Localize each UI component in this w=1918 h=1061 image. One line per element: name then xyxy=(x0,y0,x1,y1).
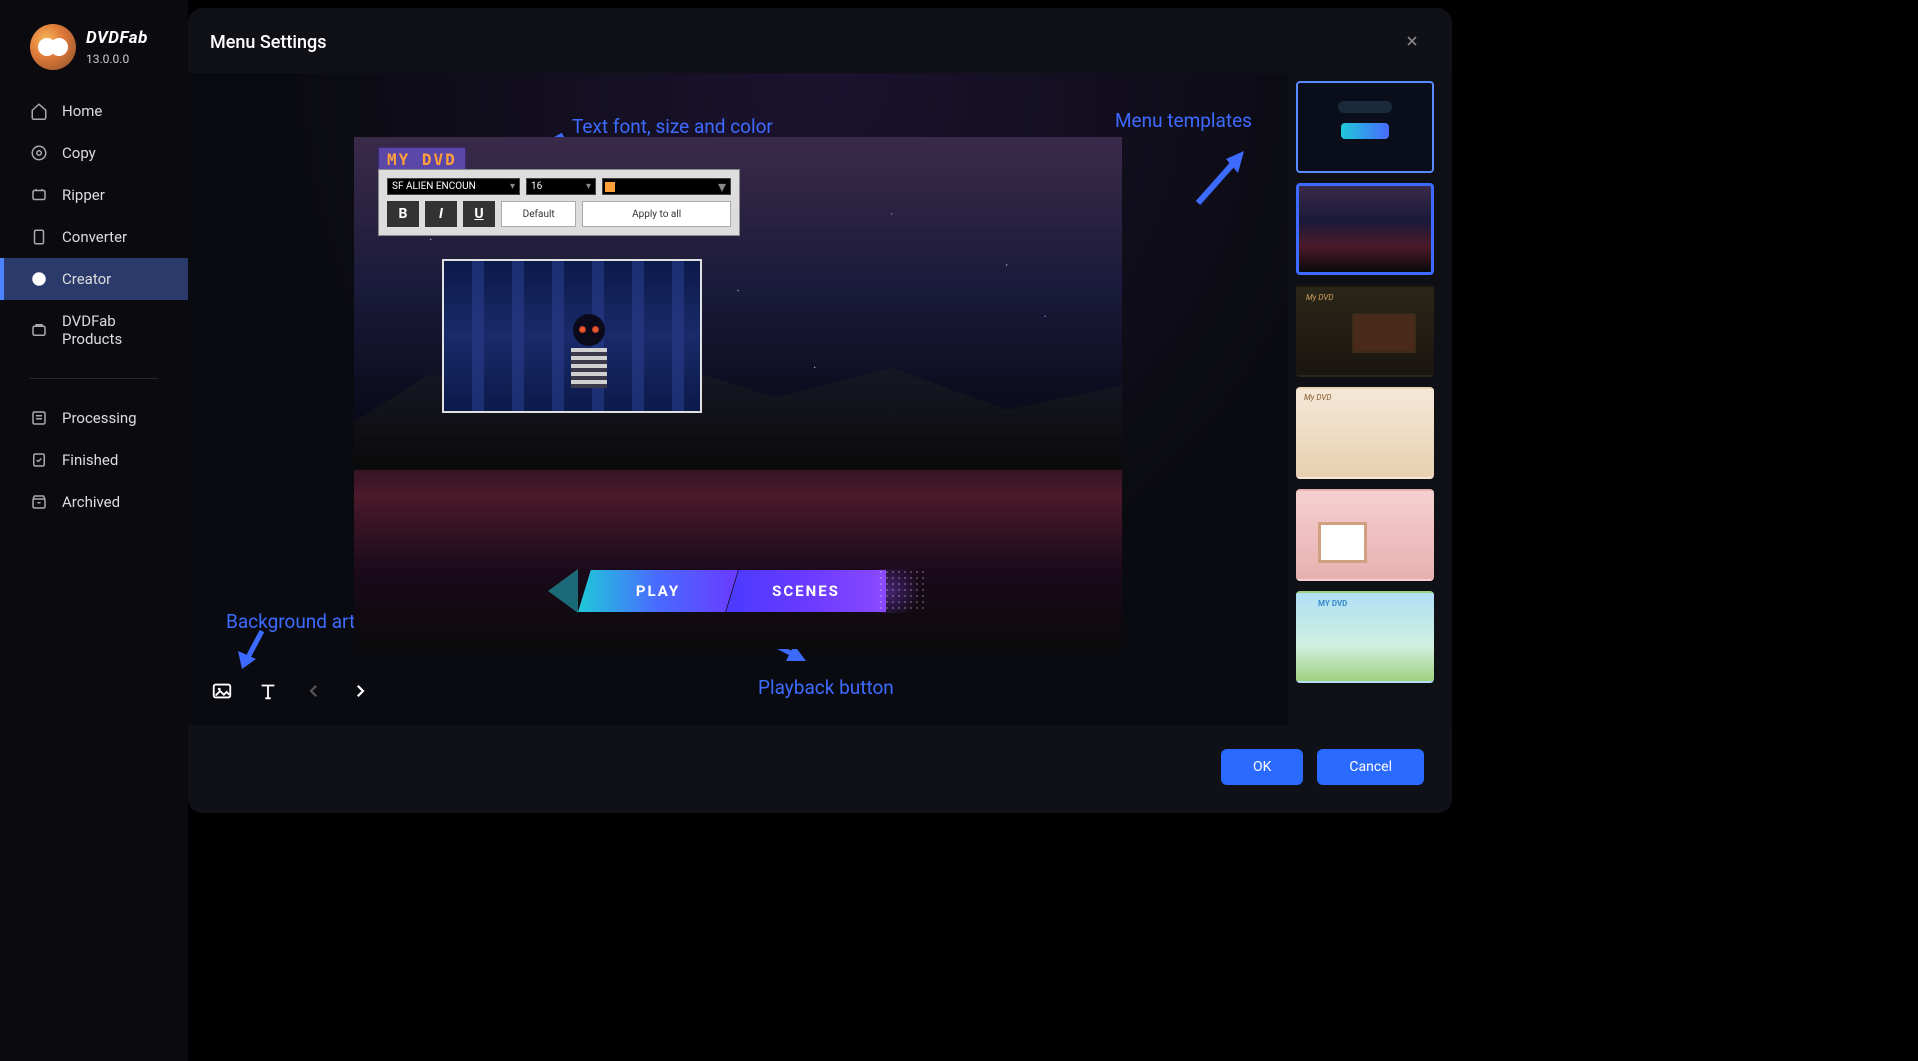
underline-button[interactable]: U xyxy=(463,201,495,227)
sidebar-divider xyxy=(30,378,158,379)
ok-button[interactable]: OK xyxy=(1221,749,1303,785)
sidebar-item-products[interactable]: DVDFab Products xyxy=(0,300,188,360)
text-format-toolbar: SF ALIEN ENCOUN 16 B I U Default Apply t… xyxy=(378,169,740,236)
template-list[interactable] xyxy=(1288,73,1452,725)
sidebar-item-label: Finished xyxy=(62,451,118,469)
prev-page-button[interactable] xyxy=(302,679,326,703)
sidebar-item-label: Creator xyxy=(62,270,111,288)
sidebar-item-ripper[interactable]: Ripper xyxy=(0,174,188,216)
cancel-button[interactable]: Cancel xyxy=(1317,749,1424,785)
template-item-kids-rainbow[interactable] xyxy=(1296,591,1434,683)
arrow-icon xyxy=(232,625,276,675)
apply-to-all-button[interactable]: Apply to all xyxy=(582,201,731,227)
finished-icon xyxy=(30,451,48,469)
font-size-select[interactable]: 16 xyxy=(526,178,596,195)
copy-icon xyxy=(30,144,48,162)
dvd-menu-preview[interactable]: MY DVD SF ALIEN ENCOUN 16 B I U Default xyxy=(354,137,1122,649)
color-swatch-icon xyxy=(605,182,615,192)
processing-icon xyxy=(30,409,48,427)
creator-icon xyxy=(30,270,48,288)
archived-icon xyxy=(30,493,48,511)
sidebar-item-label: Processing xyxy=(62,409,137,427)
arrow-icon xyxy=(1188,143,1258,213)
play-button[interactable]: PLAY xyxy=(578,570,738,612)
converter-icon xyxy=(30,228,48,246)
sidebar-item-finished[interactable]: Finished xyxy=(0,439,188,481)
template-item-cosmic-mountain[interactable] xyxy=(1296,183,1434,275)
menu-settings-modal: Menu Settings Text font, size and color … xyxy=(188,8,1452,813)
sidebar: DVDFab 13.0.0.0 Home Copy Ripper Convert… xyxy=(0,0,188,1061)
bold-button[interactable]: B xyxy=(387,201,419,227)
background-image-button[interactable] xyxy=(210,679,234,703)
playback-button-bar: PLAY SCENES xyxy=(548,569,928,613)
default-button[interactable]: Default xyxy=(501,201,576,227)
home-icon xyxy=(30,102,48,120)
bottom-toolbar xyxy=(210,679,372,703)
font-color-select[interactable] xyxy=(602,178,731,195)
font-family-select[interactable]: SF ALIEN ENCOUN xyxy=(387,178,520,195)
logo-block: DVDFab 13.0.0.0 xyxy=(0,24,188,90)
sidebar-item-creator[interactable]: Creator xyxy=(0,258,188,300)
modal-footer: OK Cancel xyxy=(188,725,1452,813)
annotation-font: Text font, size and color xyxy=(572,115,773,138)
template-item-birthday[interactable] xyxy=(1296,387,1434,479)
video-thumbnail[interactable] xyxy=(442,259,702,413)
annotation-playback: Playback button xyxy=(758,676,894,699)
sidebar-item-label: Converter xyxy=(62,228,127,246)
preview-zone: Text font, size and color Menu templates… xyxy=(188,73,1288,725)
sidebar-item-home[interactable]: Home xyxy=(0,90,188,132)
sidebar-item-converter[interactable]: Converter xyxy=(0,216,188,258)
ripper-icon xyxy=(30,186,48,204)
italic-button[interactable]: I xyxy=(425,201,457,227)
next-page-button[interactable] xyxy=(348,679,372,703)
play-deco-right-icon xyxy=(878,569,928,613)
sidebar-item-label: Copy xyxy=(62,144,96,162)
scenes-button[interactable]: SCENES xyxy=(726,570,886,612)
close-button[interactable] xyxy=(1404,33,1420,53)
sidebar-item-label: Archived xyxy=(62,493,120,511)
text-tool-button[interactable] xyxy=(256,679,280,703)
sidebar-item-label: Home xyxy=(62,102,102,120)
modal-title: Menu Settings xyxy=(210,32,327,53)
sidebar-item-archived[interactable]: Archived xyxy=(0,481,188,523)
brand-name: DVDFab xyxy=(86,28,148,48)
play-deco-left-icon xyxy=(548,569,578,613)
annotation-background: Background art xyxy=(226,610,355,633)
sidebar-item-copy[interactable]: Copy xyxy=(0,132,188,174)
sidebar-item-processing[interactable]: Processing xyxy=(0,397,188,439)
app-logo-icon xyxy=(30,24,76,70)
sidebar-item-label: DVDFab Products xyxy=(62,312,158,348)
sidebar-item-label: Ripper xyxy=(62,186,105,204)
template-item-wedding-pink[interactable] xyxy=(1296,489,1434,581)
template-item-dark-neon[interactable] xyxy=(1296,81,1434,173)
version-label: 13.0.0.0 xyxy=(86,52,148,66)
products-icon xyxy=(30,321,48,339)
template-item-film-sepia[interactable] xyxy=(1296,285,1434,377)
annotation-templates: Menu templates xyxy=(1115,109,1252,132)
